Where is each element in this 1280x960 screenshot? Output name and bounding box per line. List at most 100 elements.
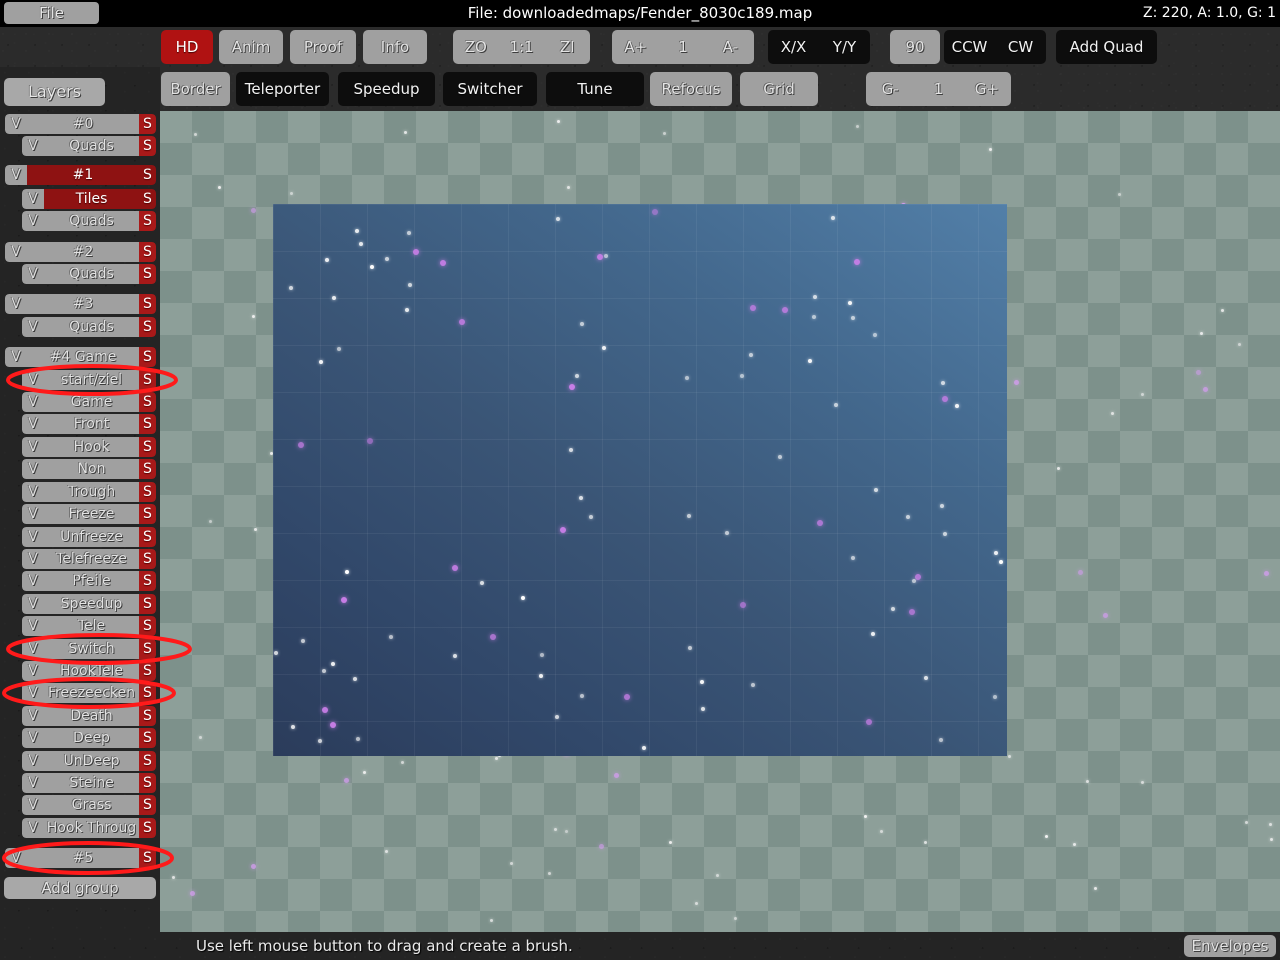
- layer-select-toggle[interactable]: S: [139, 165, 156, 185]
- hd-button[interactable]: HD: [161, 30, 213, 64]
- layer-select-toggle[interactable]: S: [139, 437, 156, 457]
- layer-visibility-toggle[interactable]: V: [5, 165, 27, 185]
- layer-visibility-toggle[interactable]: V: [22, 504, 44, 524]
- layer-row[interactable]: VHookS: [22, 437, 156, 457]
- layer-select-toggle[interactable]: S: [139, 114, 156, 134]
- layer-name-label[interactable]: Hook: [44, 437, 139, 457]
- layer-select-toggle[interactable]: S: [139, 459, 156, 479]
- layer-select-toggle[interactable]: S: [139, 189, 156, 209]
- layer-name-label[interactable]: Pfeile: [44, 571, 139, 591]
- zoom-in-button[interactable]: ZI: [544, 38, 590, 56]
- layer-select-toggle[interactable]: S: [139, 211, 156, 231]
- layer-visibility-toggle[interactable]: V: [22, 795, 44, 815]
- layer-name-label[interactable]: Steine: [44, 773, 139, 793]
- layer-name-label[interactable]: Deep: [44, 728, 139, 748]
- layer-visibility-toggle[interactable]: V: [22, 136, 44, 156]
- layer-visibility-toggle[interactable]: V: [22, 594, 44, 614]
- flip-vertical-button[interactable]: Y/Y: [819, 38, 870, 56]
- flip-horizontal-button[interactable]: X/X: [768, 38, 819, 56]
- layer-visibility-toggle[interactable]: V: [22, 459, 44, 479]
- layer-visibility-toggle[interactable]: V: [22, 482, 44, 502]
- layer-name-label[interactable]: Game: [44, 392, 139, 412]
- layer-visibility-toggle[interactable]: V: [22, 683, 44, 703]
- layer-name-label[interactable]: #0: [27, 114, 139, 134]
- layer-row[interactable]: VHook ThrougS: [22, 818, 156, 838]
- layer-select-toggle[interactable]: S: [139, 571, 156, 591]
- layer-row[interactable]: VPfeileS: [22, 571, 156, 591]
- layer-name-label[interactable]: Front: [44, 414, 139, 434]
- layer-visibility-toggle[interactable]: V: [22, 370, 44, 390]
- grid-button[interactable]: Grid: [740, 72, 818, 106]
- layer-select-toggle[interactable]: S: [139, 392, 156, 412]
- layer-select-toggle[interactable]: S: [139, 317, 156, 337]
- layer-row[interactable]: VTelefreezeS: [22, 549, 156, 569]
- layer-row[interactable]: VHookTeleS: [22, 661, 156, 681]
- zoom-reset-button[interactable]: 1:1: [499, 38, 545, 56]
- layer-name-label[interactable]: #2: [27, 242, 139, 262]
- proof-button[interactable]: Proof: [290, 30, 356, 64]
- layer-row[interactable]: V#5S: [5, 848, 156, 868]
- layer-name-label[interactable]: Speedup: [44, 594, 139, 614]
- layer-select-toggle[interactable]: S: [139, 661, 156, 681]
- layer-select-toggle[interactable]: S: [139, 683, 156, 703]
- speedup-button[interactable]: Speedup: [338, 72, 435, 106]
- layer-row[interactable]: VSteineS: [22, 773, 156, 793]
- rotation-angle-field[interactable]: 90: [890, 30, 940, 64]
- layer-row[interactable]: VFreezeeckenS: [22, 683, 156, 703]
- layer-name-label[interactable]: #4 Game: [27, 347, 139, 367]
- layer-select-toggle[interactable]: S: [139, 549, 156, 569]
- layer-select-toggle[interactable]: S: [139, 616, 156, 636]
- layer-visibility-toggle[interactable]: V: [22, 751, 44, 771]
- layer-name-label[interactable]: Grass: [44, 795, 139, 815]
- layer-select-toggle[interactable]: S: [139, 370, 156, 390]
- layer-select-toggle[interactable]: S: [139, 795, 156, 815]
- layer-visibility-toggle[interactable]: V: [22, 317, 44, 337]
- grid-increase-button[interactable]: G+: [963, 80, 1011, 98]
- layer-visibility-toggle[interactable]: V: [22, 189, 44, 209]
- layer-visibility-toggle[interactable]: V: [22, 392, 44, 412]
- layers-panel-header[interactable]: Layers: [4, 78, 105, 106]
- layer-select-toggle[interactable]: S: [139, 527, 156, 547]
- layer-row[interactable]: VQuadsS: [22, 264, 156, 284]
- layer-select-toggle[interactable]: S: [139, 136, 156, 156]
- teleporter-button[interactable]: Teleporter: [236, 72, 329, 106]
- layer-row[interactable]: VFreezeS: [22, 504, 156, 524]
- layer-name-label[interactable]: Quads: [44, 264, 139, 284]
- layer-select-toggle[interactable]: S: [139, 594, 156, 614]
- layer-name-label[interactable]: #5: [27, 848, 139, 868]
- layer-row[interactable]: VGrassS: [22, 795, 156, 815]
- layer-visibility-toggle[interactable]: V: [22, 571, 44, 591]
- layer-row[interactable]: VNonS: [22, 459, 156, 479]
- layer-select-toggle[interactable]: S: [139, 242, 156, 262]
- layer-select-toggle[interactable]: S: [139, 773, 156, 793]
- rotate-cw-button[interactable]: CW: [995, 38, 1046, 56]
- layer-name-label[interactable]: Freezeecken: [44, 683, 139, 703]
- layer-name-label[interactable]: Quads: [44, 317, 139, 337]
- layer-select-toggle[interactable]: S: [139, 482, 156, 502]
- layer-row[interactable]: VDeathS: [22, 706, 156, 726]
- refocus-button[interactable]: Refocus: [650, 72, 732, 106]
- layer-row[interactable]: V#2S: [5, 242, 156, 262]
- rotate-ccw-button[interactable]: CCW: [944, 38, 995, 56]
- border-button[interactable]: Border: [161, 72, 230, 106]
- layer-name-label[interactable]: Freeze: [44, 504, 139, 524]
- layer-visibility-toggle[interactable]: V: [22, 661, 44, 681]
- layer-visibility-toggle[interactable]: V: [22, 414, 44, 434]
- file-menu-button[interactable]: File: [4, 2, 99, 24]
- layer-row[interactable]: VDeepS: [22, 728, 156, 748]
- layer-row[interactable]: V#0S: [5, 114, 156, 134]
- layer-row[interactable]: VUnDeepS: [22, 751, 156, 771]
- anim-decrease-button[interactable]: A-: [707, 38, 754, 56]
- layer-row[interactable]: VTroughS: [22, 482, 156, 502]
- layer-row[interactable]: VGameS: [22, 392, 156, 412]
- layer-name-label[interactable]: HookTele: [44, 661, 139, 681]
- zoom-out-button[interactable]: ZO: [453, 38, 499, 56]
- layer-visibility-toggle[interactable]: V: [5, 114, 27, 134]
- layer-name-label[interactable]: UnDeep: [44, 751, 139, 771]
- layer-select-toggle[interactable]: S: [139, 414, 156, 434]
- layer-visibility-toggle[interactable]: V: [22, 639, 44, 659]
- layer-select-toggle[interactable]: S: [139, 639, 156, 659]
- layer-select-toggle[interactable]: S: [139, 728, 156, 748]
- anim-button[interactable]: Anim: [219, 30, 283, 64]
- layer-visibility-toggle[interactable]: V: [5, 242, 27, 262]
